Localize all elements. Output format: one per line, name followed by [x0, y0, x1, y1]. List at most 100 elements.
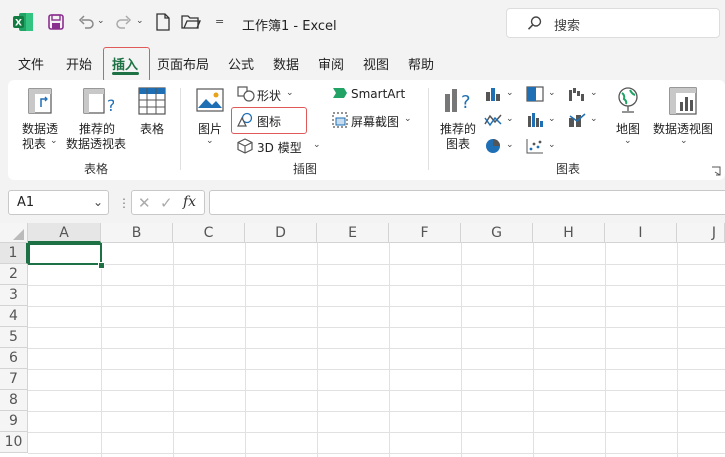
column-header-C[interactable]: C: [173, 223, 245, 243]
model-3d-icon: [237, 138, 253, 154]
tables-group-label: 表格: [84, 162, 109, 176]
gridline: [28, 327, 725, 328]
gridline: [317, 243, 318, 457]
row-header-3[interactable]: 3: [0, 285, 28, 306]
scatter-chart-dropdown-icon[interactable]: ⌄: [548, 140, 556, 150]
enter-icon[interactable]: ✓: [160, 194, 173, 212]
icons-icon: [236, 112, 254, 128]
open-folder-icon[interactable]: [181, 14, 201, 30]
tab-insert[interactable]: 插入: [112, 54, 138, 73]
row-header-6[interactable]: 6: [0, 348, 28, 369]
select-all-corner[interactable]: [0, 223, 28, 243]
screenshot-dropdown-icon[interactable]: ⌄: [404, 114, 412, 124]
column-header-H[interactable]: H: [533, 223, 605, 243]
hierarchy-chart-dropdown-icon[interactable]: ⌄: [548, 88, 556, 98]
column-chart-dropdown-icon[interactable]: ⌄: [506, 88, 514, 98]
row-header-5[interactable]: 5: [0, 327, 28, 348]
column-chart-icon[interactable]: [484, 86, 502, 102]
model-3d-dropdown-icon[interactable]: ⌄: [313, 140, 321, 150]
shapes-dropdown-icon[interactable]: ⌄: [286, 88, 294, 98]
gridline: [28, 411, 725, 412]
gridline: [28, 285, 725, 286]
pivot-chart-dropdown-icon[interactable]: ⌄: [680, 136, 688, 146]
recommended-charts-icon: ?: [443, 86, 475, 116]
column-header-E[interactable]: E: [317, 223, 389, 243]
line-chart-icon[interactable]: [484, 112, 502, 128]
statistic-chart-icon[interactable]: [526, 112, 544, 128]
waterfall-chart-icon[interactable]: [568, 86, 586, 102]
column-header-A[interactable]: A: [28, 223, 101, 243]
pivot-table-dropdown-icon[interactable]: ⌄: [50, 136, 58, 146]
tab-view[interactable]: 视图: [363, 54, 389, 73]
fill-handle[interactable]: [98, 262, 105, 269]
search-box[interactable]: 搜索: [506, 8, 720, 38]
new-file-icon[interactable]: [155, 13, 171, 31]
worksheet-grid[interactable]: [0, 223, 725, 457]
model-3d-label[interactable]: 3D 模型: [257, 139, 302, 156]
screenshot-label[interactable]: 屏幕截图: [351, 113, 399, 130]
column-header-J[interactable]: J: [677, 223, 725, 243]
table-label[interactable]: 表格: [140, 120, 164, 137]
tab-home[interactable]: 开始: [66, 54, 92, 73]
icons-label[interactable]: 图标: [257, 113, 281, 130]
gridline: [28, 390, 725, 391]
tab-file[interactable]: 文件: [18, 54, 44, 73]
svg-text:?: ?: [107, 96, 114, 115]
scatter-chart-icon[interactable]: [526, 138, 544, 154]
shapes-icon: [237, 86, 255, 102]
column-header-I[interactable]: I: [605, 223, 677, 243]
column-header-G[interactable]: G: [461, 223, 533, 243]
pivot-chart-icon: [668, 86, 700, 116]
combo-chart-icon[interactable]: [568, 112, 586, 128]
pivot-table-label-2[interactable]: 视表: [22, 135, 46, 152]
tab-page-layout[interactable]: 页面布局: [157, 54, 209, 73]
undo-dropdown-icon[interactable]: ⌄: [97, 16, 105, 26]
dialog-launcher-icon[interactable]: [711, 165, 721, 176]
recommended-charts-label-2[interactable]: 图表: [446, 135, 470, 152]
row-header-1[interactable]: 1: [0, 243, 28, 264]
pivot-chart-label[interactable]: 数据透视图: [653, 120, 713, 137]
redo-icon[interactable]: [115, 13, 133, 31]
cancel-icon[interactable]: ✕: [138, 194, 151, 212]
hierarchy-chart-icon[interactable]: [526, 86, 544, 102]
tab-data[interactable]: 数据: [273, 54, 299, 73]
statistic-chart-dropdown-icon[interactable]: ⌄: [548, 114, 556, 124]
tab-review[interactable]: 审阅: [318, 54, 344, 73]
column-header-F[interactable]: F: [389, 223, 461, 243]
selected-cell-A1[interactable]: [28, 243, 102, 265]
row-header-2[interactable]: 2: [0, 264, 28, 285]
formula-input[interactable]: [209, 190, 725, 215]
undo-icon[interactable]: [77, 13, 95, 31]
redo-dropdown-icon[interactable]: ⌄: [136, 16, 144, 26]
row-header-9[interactable]: 9: [0, 411, 28, 432]
picture-dropdown-icon[interactable]: ⌄: [206, 136, 214, 146]
row-header-7[interactable]: 7: [0, 369, 28, 390]
name-box[interactable]: A1 ⌄: [8, 190, 109, 215]
row-header-8[interactable]: 8: [0, 390, 28, 411]
name-box-dropdown-icon[interactable]: ⌄: [93, 195, 103, 209]
maps-label[interactable]: 地图: [616, 120, 640, 137]
maps-dropdown-icon[interactable]: ⌄: [624, 136, 632, 146]
save-icon[interactable]: [47, 13, 65, 31]
tab-help[interactable]: 帮助: [408, 54, 434, 73]
excel-logo-icon: X: [12, 12, 34, 32]
tab-formulas[interactable]: 公式: [228, 54, 254, 73]
row-header-4[interactable]: 4: [0, 306, 28, 327]
column-header-D[interactable]: D: [245, 223, 317, 243]
charts-group-label: 图表: [556, 162, 581, 176]
combo-chart-dropdown-icon[interactable]: ⌄: [590, 114, 598, 124]
column-header-B[interactable]: B: [101, 223, 173, 243]
gridline: [28, 348, 725, 349]
picture-label[interactable]: 图片: [198, 120, 222, 137]
insert-function-button[interactable]: fx: [183, 194, 196, 210]
line-chart-dropdown-icon[interactable]: ⌄: [506, 114, 514, 124]
smartart-label[interactable]: SmartArt: [351, 87, 405, 101]
shapes-label[interactable]: 形状: [257, 87, 281, 104]
pie-chart-dropdown-icon[interactable]: ⌄: [506, 140, 514, 150]
waterfall-chart-dropdown-icon[interactable]: ⌄: [590, 88, 598, 98]
row-header-10[interactable]: 10: [0, 432, 28, 453]
qat-customize-icon[interactable]: =: [215, 15, 224, 28]
pie-chart-icon[interactable]: [484, 138, 502, 154]
gridline: [28, 369, 725, 370]
recommended-pivot-label-2[interactable]: 数据透视表: [66, 135, 126, 152]
